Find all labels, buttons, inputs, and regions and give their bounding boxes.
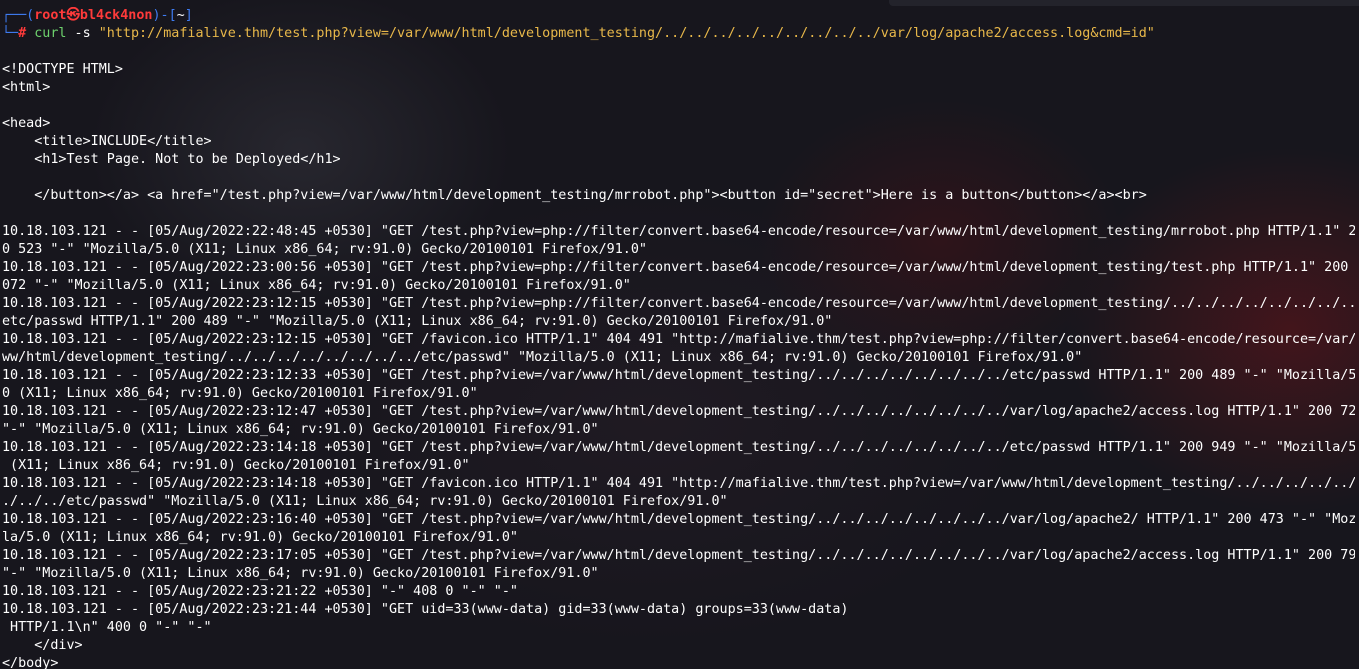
output-line: ww/html/development_testing/../../../../…: [2, 350, 1083, 365]
output-line: HTTP/1.1\n" 400 0 "-" "-": [2, 620, 212, 635]
prompt-user: root㉿bl4ck4non: [34, 8, 153, 23]
output-line: etc/passwd HTTP/1.1" 200 489 "-" "Mozill…: [2, 314, 833, 329]
prompt-line-top: ┌──(root㉿bl4ck4non)-[~]: [2, 7, 1355, 25]
output-line: "-" "Mozilla/5.0 (X11; Linux x86_64; rv:…: [2, 566, 599, 581]
output-line: ./../../etc/passwd" "Mozilla/5.0 (X11; L…: [2, 494, 728, 509]
output-line: 072 "-" "Mozilla/5.0 (X11; Linux x86_64;…: [2, 278, 631, 293]
prompt-cwd: ~: [176, 8, 185, 23]
output-line: 10.18.103.121 - - [05/Aug/2022:22:48:45 …: [2, 224, 1355, 239]
output-line: 10.18.103.121 - - [05/Aug/2022:23:14:18 …: [2, 476, 1355, 491]
terminal-output: ┌──(root㉿bl4ck4non)-[~] └─# curl -s "htt…: [2, 7, 1355, 669]
output-line: 10.18.103.121 - - [05/Aug/2022:23:21:22 …: [2, 584, 518, 599]
output-line: <h1>Test Page. Not to be Deployed</h1>: [2, 152, 341, 167]
output-line: <!DOCTYPE HTML>: [2, 62, 123, 77]
output-line: </button></a> <a href="/test.php?view=/v…: [2, 188, 1147, 203]
output-line: 0 523 "-" "Mozilla/5.0 (X11; Linux x86_6…: [2, 242, 647, 257]
output-line: 10.18.103.121 - - [05/Aug/2022:23:14:18 …: [2, 440, 1355, 455]
output-line: 10.18.103.121 - - [05/Aug/2022:23:12:33 …: [2, 368, 1355, 383]
command-name: curl: [34, 26, 67, 41]
output-line: 10.18.103.121 - - [05/Aug/2022:23:17:05 …: [2, 548, 1355, 563]
output-line: 10.18.103.121 - - [05/Aug/2022:23:12:15 …: [2, 332, 1355, 347]
output-line: "-" "Mozilla/5.0 (X11; Linux x86_64; rv:…: [2, 422, 599, 437]
output-line: (X11; Linux x86_64; rv:91.0) Gecko/20100…: [2, 458, 470, 473]
output-line: <html>: [2, 80, 51, 95]
output-line: <head>: [2, 116, 51, 131]
output-line: <title>INCLUDE</title>: [2, 134, 212, 149]
prompt-frame: ┌──(: [2, 8, 35, 23]
output-line: </body>: [2, 656, 59, 669]
terminal-window[interactable]: ┌──(root㉿bl4ck4non)-[~] └─# curl -s "htt…: [0, 0, 1359, 669]
command-url: "http://mafialive.thm/test.php?view=/var…: [98, 26, 1155, 41]
command-line[interactable]: └─# curl -s "http://mafialive.thm/test.p…: [2, 25, 1355, 43]
output-line: 10.18.103.121 - - [05/Aug/2022:23:21:44 …: [2, 602, 849, 617]
prompt-close: ]: [184, 8, 193, 23]
prompt-frame-bottom: └─: [2, 26, 19, 41]
prompt-separator: )-[: [152, 8, 177, 23]
output-line: </div>: [2, 638, 83, 653]
output-line: 0 (X11; Linux x86_64; rv:91.0) Gecko/201…: [2, 386, 478, 401]
window-top-bar: [889, 0, 1359, 6]
prompt-hash: #: [18, 26, 35, 41]
output-line: 10.18.103.121 - - [05/Aug/2022:23:12:47 …: [2, 404, 1355, 419]
output-line: 10.18.103.121 - - [05/Aug/2022:23:12:15 …: [2, 296, 1355, 311]
output-line: la/5.0 (X11; Linux x86_64; rv:91.0) Geck…: [2, 530, 518, 545]
output-line: 10.18.103.121 - - [05/Aug/2022:23:16:40 …: [2, 512, 1355, 527]
command-flag: -s: [66, 26, 99, 41]
output-line: 10.18.103.121 - - [05/Aug/2022:23:00:56 …: [2, 260, 1355, 275]
